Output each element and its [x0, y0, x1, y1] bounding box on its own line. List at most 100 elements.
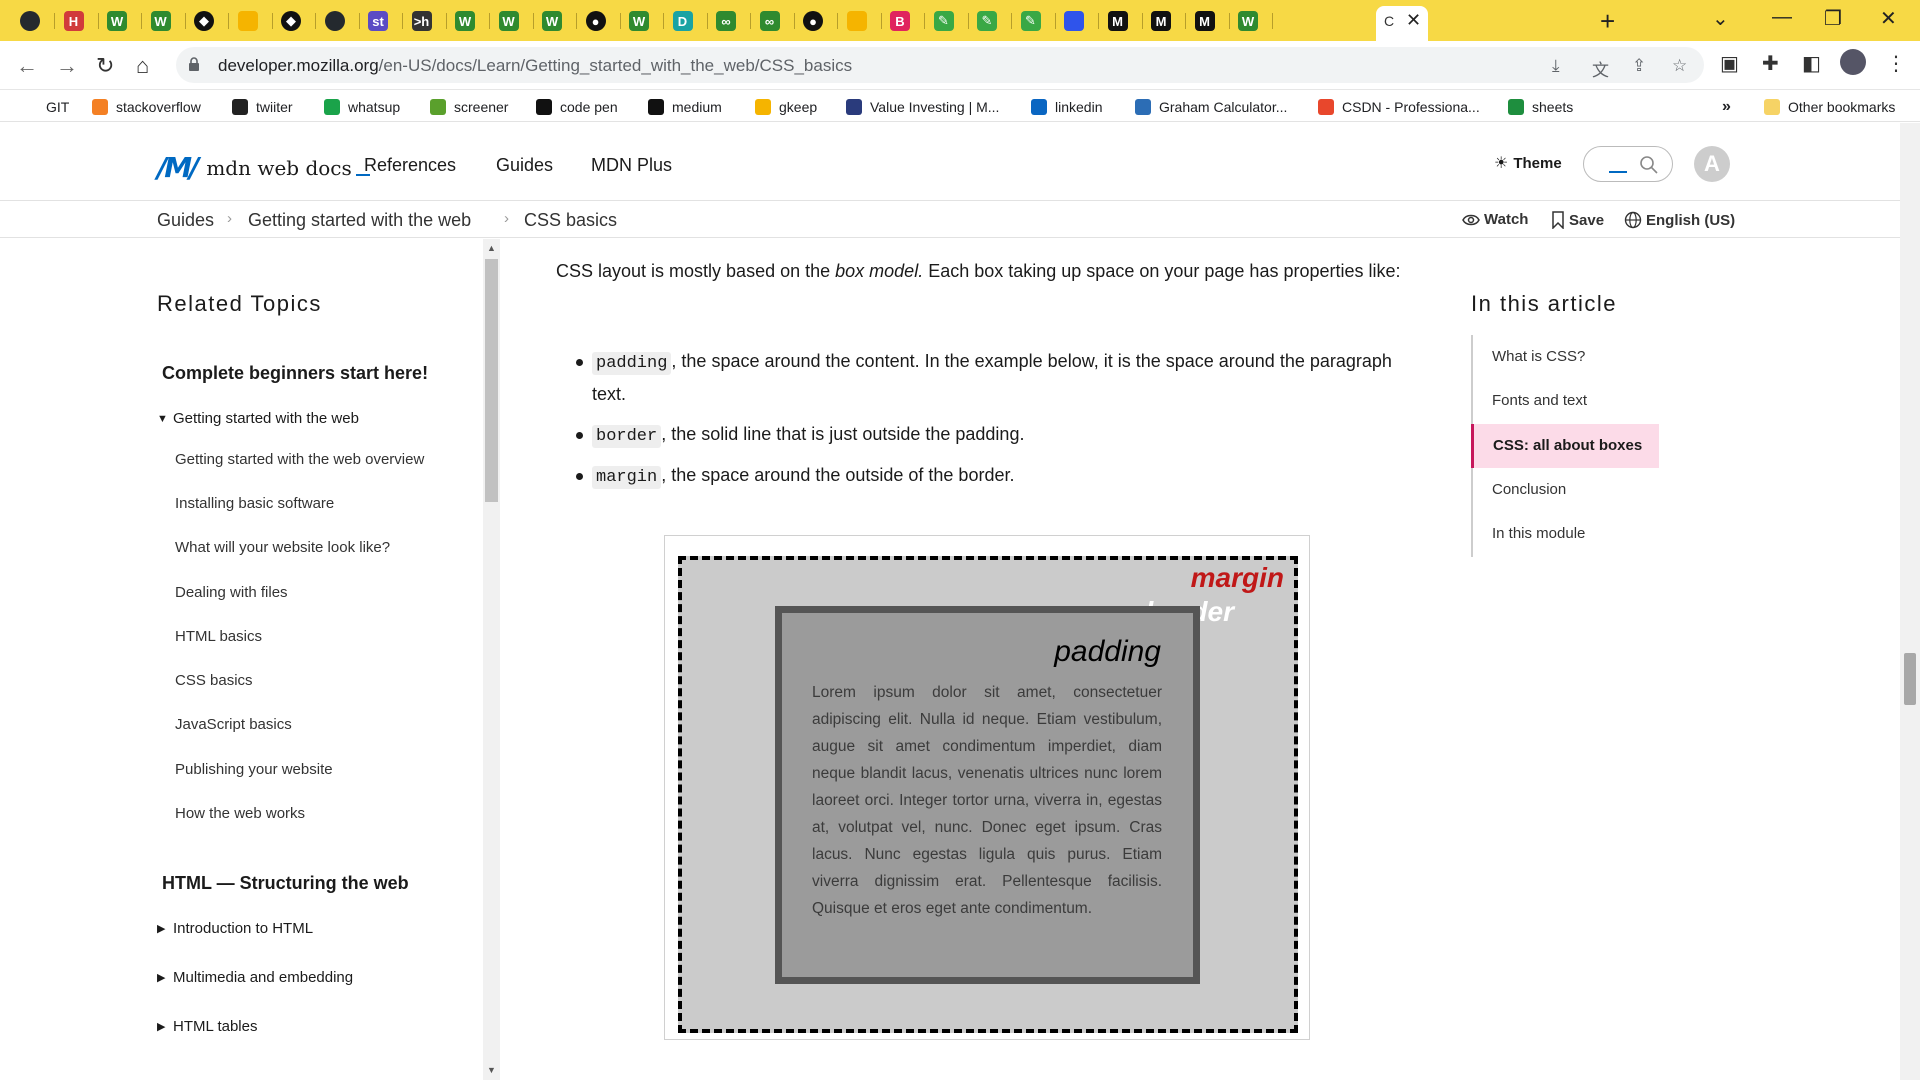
bookmark-item[interactable]: Graham Calculator... [1135, 97, 1287, 117]
nav-mdn-plus[interactable]: MDN Plus [591, 155, 672, 176]
sidebar-group-html-tables[interactable]: ▶ HTML tables [157, 1018, 257, 1035]
browser-tab[interactable]: D [672, 8, 693, 34]
other-bookmarks-folder[interactable]: Other bookmarks [1764, 97, 1895, 117]
sidebar-group-intro-html[interactable]: ▶ Introduction to HTML [157, 920, 313, 937]
minimize-icon[interactable]: — [1772, 6, 1792, 29]
watch-button[interactable]: Watch [1462, 211, 1528, 228]
sidebar-item-overview[interactable]: Getting started with the web overview [175, 451, 424, 468]
bookmark-item[interactable]: Value Investing | M... [846, 97, 999, 117]
tab-search-chevron-icon[interactable]: ⌄ [1712, 6, 1729, 31]
sidebar-group-multimedia[interactable]: ▶ Multimedia and embedding [157, 969, 353, 986]
sidebar-group-getting-started[interactable]: ▼ Getting started with the web [157, 410, 359, 427]
browser-tab[interactable]: ✎ [977, 8, 997, 34]
search-icon[interactable] [1639, 155, 1659, 175]
sidebar-item-css-basics[interactable]: CSS basics [175, 672, 253, 689]
sidebar-item-js-basics[interactable]: JavaScript basics [175, 716, 292, 733]
sidebar-scrollbar[interactable]: ▲ ▼ [483, 239, 500, 1080]
browser-tab[interactable]: W [629, 8, 649, 34]
browser-tab[interactable]: st [368, 8, 388, 34]
browser-tab[interactable] [20, 8, 40, 34]
extension-icon[interactable]: ▣ [1720, 51, 1739, 76]
bookmark-item[interactable]: stackoverflow [92, 97, 201, 117]
breadcrumb-getting-started[interactable]: Getting started with the web [248, 210, 471, 231]
page-scrollbar[interactable] [1900, 123, 1920, 1080]
sidebar-item-publishing[interactable]: Publishing your website [175, 761, 333, 778]
browser-tab[interactable]: W [150, 8, 171, 34]
scroll-down-icon[interactable]: ▼ [487, 1065, 496, 1075]
toc-item-fonts-text[interactable]: Fonts and text [1473, 379, 1661, 423]
browser-tab[interactable]: ● [585, 8, 606, 34]
browser-tab[interactable]: W [455, 8, 475, 34]
browser-tab[interactable]: H [63, 8, 84, 34]
nav-references[interactable]: References [364, 155, 456, 176]
browser-tab[interactable]: M [1194, 8, 1215, 34]
home-icon[interactable]: ⌂ [136, 53, 149, 79]
toc-item-in-this-module[interactable]: In this module [1473, 512, 1661, 556]
breadcrumb-guides[interactable]: Guides [157, 210, 214, 231]
sidebar-item-html-basics[interactable]: HTML basics [175, 628, 262, 645]
menu-kebab-icon[interactable]: ⋮ [1886, 51, 1906, 76]
bookmark-item[interactable]: linkedin [1031, 97, 1102, 117]
page-scrollbar-thumb[interactable] [1904, 653, 1916, 705]
browser-tab[interactable]: ∞ [759, 8, 780, 34]
restore-icon[interactable]: ❐ [1824, 6, 1842, 31]
browser-tab[interactable] [846, 8, 867, 34]
browser-tab[interactable]: B [890, 8, 910, 34]
sidebar-item-how-web-works[interactable]: How the web works [175, 805, 305, 822]
breadcrumb-css-basics[interactable]: CSS basics [524, 210, 617, 231]
browser-tab[interactable]: W [498, 8, 519, 34]
browser-tab[interactable]: ✎ [1020, 8, 1041, 34]
save-button[interactable]: Save [1551, 211, 1604, 229]
browser-tab[interactable] [237, 8, 258, 34]
browser-tab[interactable]: >h [411, 8, 432, 34]
new-tab-icon[interactable]: + [1600, 6, 1615, 37]
reload-icon[interactable]: ↻ [96, 53, 114, 79]
browser-tab[interactable]: M [1151, 8, 1171, 34]
browser-tab[interactable]: ◆ [281, 8, 301, 34]
bookmark-item[interactable]: gkeep [755, 97, 817, 117]
sidebar-scrollbar-thumb[interactable] [485, 259, 498, 502]
toc-item-boxes[interactable]: CSS: all about boxes [1471, 424, 1659, 468]
browser-tab[interactable]: W [542, 8, 562, 34]
close-tab-icon[interactable]: ✕ [1406, 10, 1421, 31]
puzzle-icon[interactable]: ✚ [1762, 51, 1779, 76]
bookmark-item[interactable]: code pen [536, 97, 618, 117]
sidepanel-icon[interactable]: ◧ [1802, 51, 1821, 76]
bookmark-item[interactable]: medium [648, 97, 722, 117]
mdn-logo[interactable]: /M/ mdn web docs [157, 151, 370, 184]
toc-item-conclusion[interactable]: Conclusion [1473, 468, 1661, 512]
sidebar-item-installing[interactable]: Installing basic software [175, 495, 334, 512]
bookmark-star-icon[interactable]: ☆ [1672, 56, 1687, 76]
user-avatar[interactable]: A [1694, 146, 1730, 182]
toc-item-what-is-css[interactable]: What is CSS? [1473, 335, 1661, 379]
nav-guides[interactable]: Guides [496, 155, 553, 176]
theme-button[interactable]: ☀ Theme [1494, 153, 1562, 173]
back-arrow-icon[interactable]: ← [16, 53, 38, 79]
bookmark-item[interactable]: sheets [1508, 97, 1573, 117]
share-icon[interactable]: ⇪ [1632, 56, 1646, 76]
browser-tab[interactable]: W [1238, 8, 1258, 34]
browser-tab[interactable] [324, 8, 345, 34]
bookmark-item[interactable]: CSDN - Professiona... [1318, 97, 1480, 117]
browser-tab[interactable] [1064, 8, 1084, 34]
browser-tab[interactable]: ● [803, 8, 823, 34]
browser-tab[interactable]: M [1107, 8, 1128, 34]
language-button[interactable]: English (US) [1624, 211, 1735, 229]
bookmarks-overflow-button[interactable]: » [1722, 97, 1731, 117]
address-bar[interactable]: developer.mozilla.org/en-US/docs/Learn/G… [176, 47, 1704, 83]
sidebar-item-files[interactable]: Dealing with files [175, 584, 288, 601]
scroll-up-icon[interactable]: ▲ [487, 243, 496, 253]
browser-tab[interactable]: ∞ [716, 8, 736, 34]
profile-avatar-icon[interactable] [1840, 49, 1866, 75]
browser-tab[interactable]: ◆ [194, 8, 214, 34]
active-tab[interactable]: C ✕ [1376, 6, 1428, 41]
bookmark-item[interactable]: GIT [46, 97, 69, 117]
translate-icon[interactable]: 文 [1592, 56, 1609, 81]
bookmark-item[interactable]: screener [430, 97, 508, 117]
bookmark-item[interactable]: twiiter [232, 97, 293, 117]
close-window-icon[interactable]: ✕ [1880, 6, 1897, 31]
search-input[interactable] [1583, 146, 1673, 182]
install-icon[interactable]: ⤓ [1552, 56, 1560, 76]
browser-tab[interactable]: ✎ [933, 8, 954, 34]
sidebar-item-look[interactable]: What will your website look like? [175, 539, 390, 556]
